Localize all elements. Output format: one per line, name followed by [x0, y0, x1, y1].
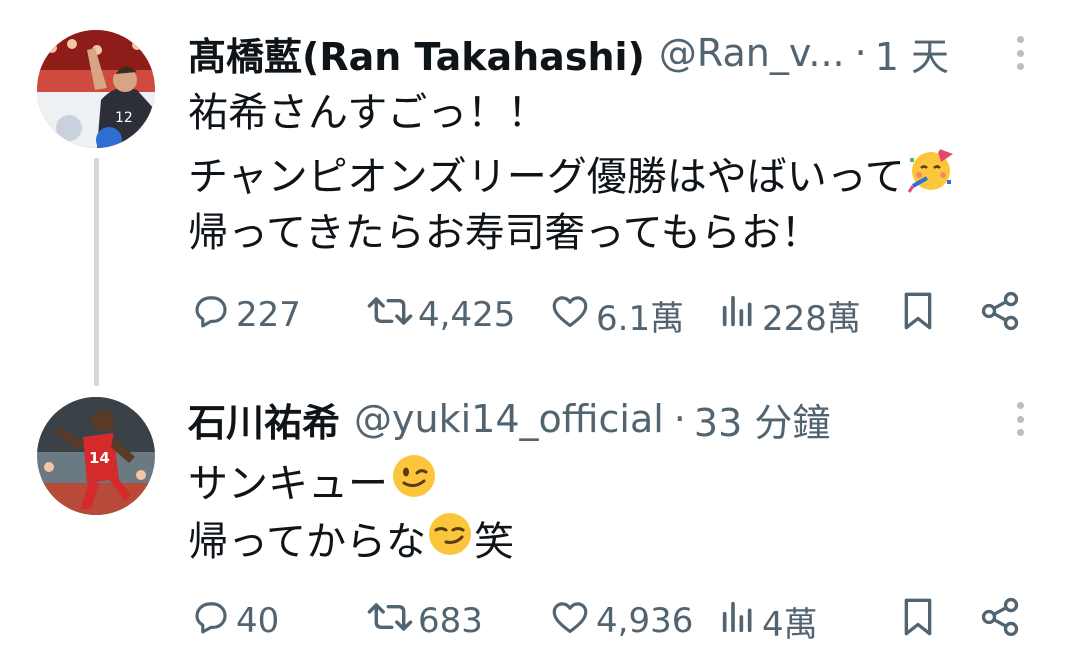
views-icon	[718, 290, 758, 341]
tweet-text-line: 祐希さんすごっ！！	[188, 90, 548, 136]
views-button[interactable]: 228萬	[718, 290, 861, 340]
views-icon	[718, 596, 758, 647]
share-button[interactable]	[978, 596, 1022, 646]
avatar[interactable]: 14	[37, 397, 155, 515]
like-button[interactable]: 6.1萬	[548, 290, 684, 340]
avatar[interactable]: 12	[37, 30, 155, 148]
timestamp[interactable]: 1 天	[875, 26, 949, 81]
more-icon[interactable]	[1008, 30, 1032, 76]
reply-icon	[190, 290, 232, 341]
reply-button[interactable]: 40	[190, 596, 279, 646]
action-bar: 227 4,425 6.1萬 228萬	[0, 290, 1080, 340]
retweet-icon	[366, 596, 414, 647]
party-face-icon	[907, 144, 957, 210]
author-name[interactable]: 石川祐希	[188, 392, 340, 447]
retweet-button[interactable]: 4,425	[366, 290, 515, 340]
author-name[interactable]: 髙橋藍(Ran Takahashi)	[188, 26, 645, 81]
more-icon[interactable]	[1008, 396, 1032, 442]
action-bar: 40 683 4,936 4萬	[0, 596, 1080, 646]
retweet-count: 683	[418, 601, 483, 641]
views-count: 4萬	[762, 604, 818, 645]
author-handle[interactable]: @Ran_v...	[659, 31, 845, 75]
like-count: 6.1萬	[596, 298, 685, 339]
reply-count: 227	[236, 295, 301, 335]
like-button[interactable]: 4,936	[548, 596, 693, 646]
bookmark-button[interactable]	[898, 596, 938, 646]
tweet-text-line: チャンピオンズリーグ優勝はやばいって	[188, 144, 957, 210]
bookmark-icon	[898, 595, 938, 648]
bookmark-button[interactable]	[898, 290, 938, 340]
share-icon	[978, 595, 1022, 648]
svg-text:14: 14	[89, 449, 110, 467]
views-count: 228萬	[762, 298, 861, 339]
tweet-text-line: サンキュー	[188, 452, 438, 516]
separator-dot: ·	[673, 397, 686, 441]
reply-count: 40	[236, 601, 280, 641]
thread-connector-line	[94, 158, 99, 386]
views-button[interactable]: 4萬	[718, 596, 818, 646]
retweet-button[interactable]: 683	[366, 596, 483, 646]
tweet-text-line: 帰ってきたらお寿司奢ってもらお！	[188, 210, 821, 256]
share-icon	[978, 289, 1022, 342]
like-icon	[548, 596, 592, 647]
bookmark-icon	[898, 289, 938, 342]
reply-button[interactable]: 227	[190, 290, 301, 340]
smirking-face-icon	[426, 510, 474, 574]
winking-face-icon	[390, 452, 438, 516]
tweet-text-line: 帰ってからな 笑	[188, 510, 514, 574]
author-handle[interactable]: @yuki14_official	[354, 397, 664, 441]
like-icon	[548, 290, 592, 341]
like-count: 4,936	[596, 601, 694, 641]
retweet-icon	[366, 290, 414, 341]
svg-text:12: 12	[115, 110, 133, 126]
reply-icon	[190, 596, 232, 647]
separator-dot: ·	[854, 31, 867, 75]
share-button[interactable]	[978, 290, 1022, 340]
timestamp[interactable]: 33 分鐘	[694, 392, 830, 447]
retweet-count: 4,425	[418, 295, 516, 335]
